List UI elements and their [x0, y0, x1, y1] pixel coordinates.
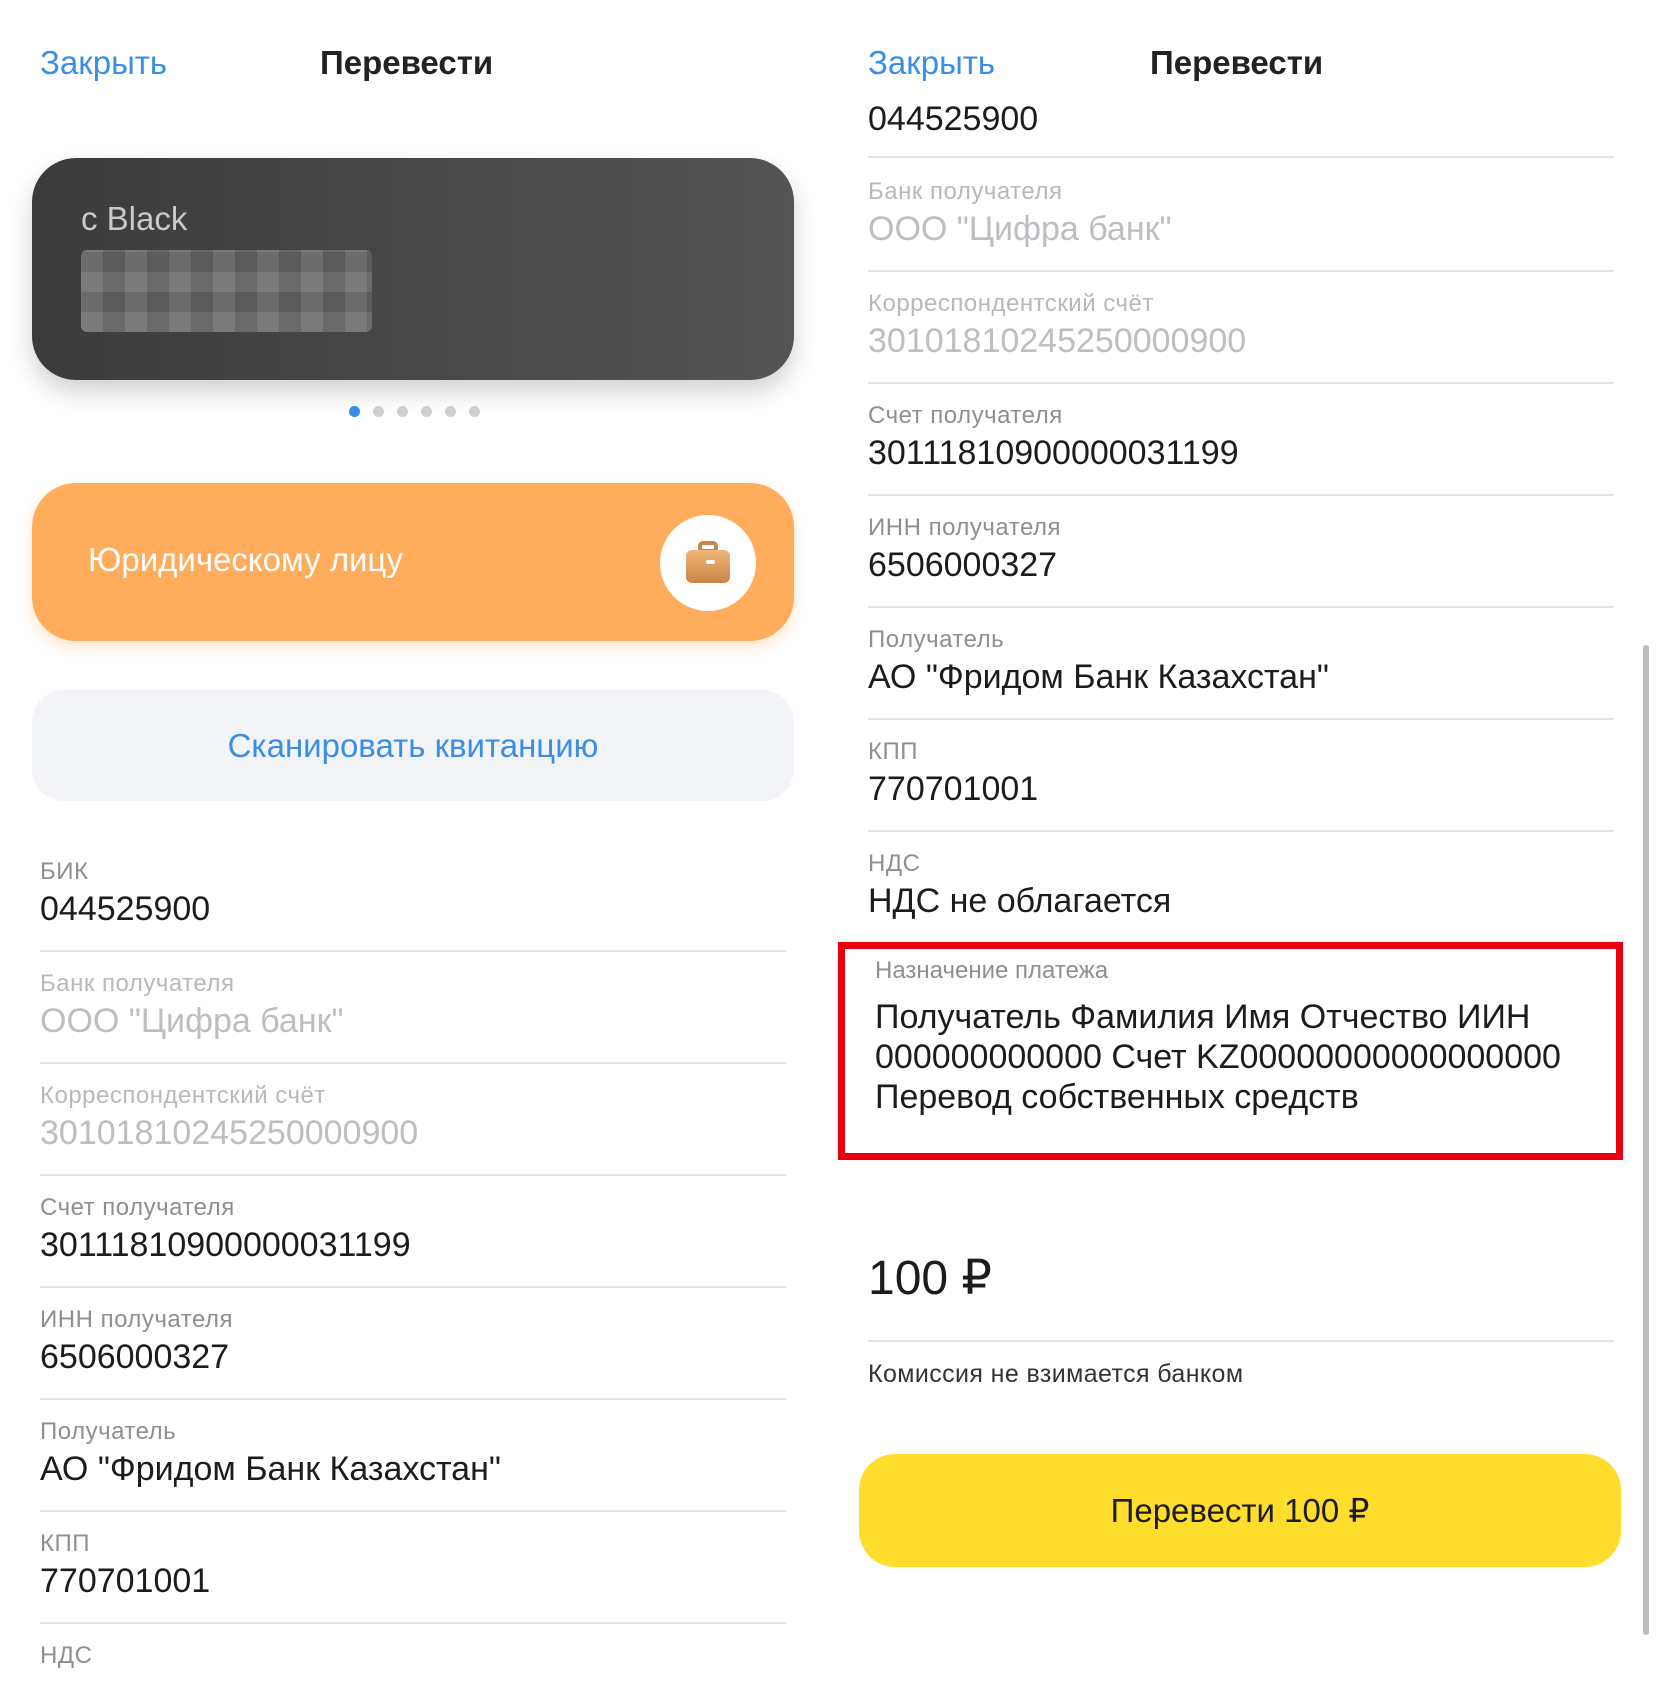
source-card[interactable]: с Black — [32, 158, 794, 380]
field-label: Счет получателя — [868, 402, 1063, 429]
close-button[interactable]: Закрыть — [868, 44, 995, 82]
field-label: КПП — [868, 738, 918, 765]
pager-dot[interactable] — [469, 406, 480, 417]
field-label: БИК — [40, 858, 89, 885]
recipient-field[interactable]: Получатель АО "Фридом Банк Казахстан" — [40, 1398, 786, 1512]
payment-purpose-field[interactable]: Назначение платежа Получатель Фамилия Им… — [838, 942, 1623, 1160]
field-value: АО "Фридом Банк Казахстан" — [40, 1450, 501, 1488]
bik-field[interactable]: БИК 044525900 — [40, 838, 786, 952]
kpp-field[interactable]: КПП 770701001 — [40, 1510, 786, 1624]
close-button[interactable]: Закрыть — [40, 44, 167, 82]
field-value: 30101810245250000900 — [40, 1114, 419, 1152]
bank-name-field: Банк получателя ООО "Цифра банк" — [40, 950, 786, 1064]
inn-field[interactable]: ИНН получателя 6506000327 — [868, 494, 1614, 608]
field-label: ИНН получателя — [868, 514, 1061, 541]
right-screen: Закрыть Перевести 044525900 Банк получат… — [828, 0, 1656, 1683]
field-label: НДС — [40, 1642, 93, 1669]
inn-field[interactable]: ИНН получателя 6506000327 — [40, 1286, 786, 1400]
field-label: Банк получателя — [868, 178, 1063, 205]
divider — [868, 1340, 1614, 1342]
field-label: НДС — [868, 850, 921, 877]
field-label: Получатель — [868, 626, 1005, 653]
briefcase-icon — [660, 515, 756, 611]
scan-receipt-label: Сканировать квитанцию — [227, 726, 599, 764]
card-pager[interactable] — [349, 406, 480, 417]
field-value: 30111810900000031199 — [40, 1226, 411, 1264]
corr-account-field: Корреспондентский счёт 30101810245250000… — [868, 270, 1614, 384]
field-label: Корреспондентский счёт — [868, 290, 1154, 317]
page-title: Перевести — [320, 44, 494, 81]
pager-dot[interactable] — [397, 406, 408, 417]
field-label: Получатель — [40, 1418, 177, 1445]
recipient-account-field[interactable]: Счет получателя 30111810900000031199 — [868, 382, 1614, 496]
field-value: 770701001 — [868, 770, 1039, 808]
scrollbar[interactable] — [1643, 645, 1649, 1635]
pager-dot[interactable] — [445, 406, 456, 417]
card-balance-blurred — [81, 250, 372, 332]
transfer-button-label: Перевести 100 ₽ — [1110, 1492, 1370, 1529]
corr-account-field: Корреспондентский счёт 30101810245250000… — [40, 1062, 786, 1176]
field-value: 30101810245250000900 — [868, 322, 1247, 360]
pager-dot[interactable] — [349, 406, 360, 417]
recipient-account-field[interactable]: Счет получателя 30111810900000031199 — [40, 1174, 786, 1288]
field-value: 6506000327 — [868, 546, 1058, 584]
scan-receipt-button[interactable]: Сканировать квитанцию — [32, 690, 794, 801]
field-value: ООО "Цифра банк" — [40, 1002, 344, 1040]
recipient-field[interactable]: Получатель АО "Фридом Банк Казахстан" — [868, 606, 1614, 720]
field-value: ООО "Цифра банк" — [868, 210, 1172, 248]
left-screen: Закрыть Перевести с Black Юридическому л… — [0, 0, 828, 1683]
pager-dot[interactable] — [373, 406, 384, 417]
field-value: 6506000327 — [40, 1338, 230, 1376]
payment-purpose-value: Получатель Фамилия Имя Отчество ИИН 0000… — [875, 998, 1561, 1116]
transfer-button[interactable]: Перевести 100 ₽ — [859, 1454, 1621, 1567]
field-label: Корреспондентский счёт — [40, 1082, 326, 1109]
field-label: ИНН получателя — [40, 1306, 233, 1333]
kpp-field[interactable]: КПП 770701001 — [868, 718, 1614, 832]
field-label: Банк получателя — [40, 970, 235, 997]
field-label: Счет получателя — [40, 1194, 235, 1221]
legal-entity-button[interactable]: Юридическому лицу — [32, 483, 794, 641]
vat-field[interactable]: НДС НДС не облагается — [868, 830, 1614, 942]
field-value: 30111810900000031199 — [868, 434, 1239, 472]
pager-dot[interactable] — [421, 406, 432, 417]
field-value: 044525900 — [40, 890, 211, 928]
field-value: 770701001 — [40, 1562, 211, 1600]
page-title: Перевести — [1150, 44, 1324, 81]
legal-entity-label: Юридическому лицу — [88, 541, 403, 578]
amount-field[interactable]: 100 ₽ — [868, 1250, 992, 1306]
bank-name-field: Банк получателя ООО "Цифра банк" — [868, 158, 1614, 272]
field-value: АО "Фридом Банк Казахстан" — [868, 658, 1329, 696]
field-value: НДС не облагается — [868, 882, 1172, 920]
field-value: 044525900 — [868, 100, 1039, 138]
vat-field[interactable]: НДС — [40, 1622, 786, 1683]
field-label: Назначение платежа — [875, 957, 1109, 984]
commission-note: Комиссия не взимается банком — [868, 1360, 1244, 1388]
card-name: с Black — [81, 200, 188, 237]
field-label: КПП — [40, 1530, 90, 1557]
